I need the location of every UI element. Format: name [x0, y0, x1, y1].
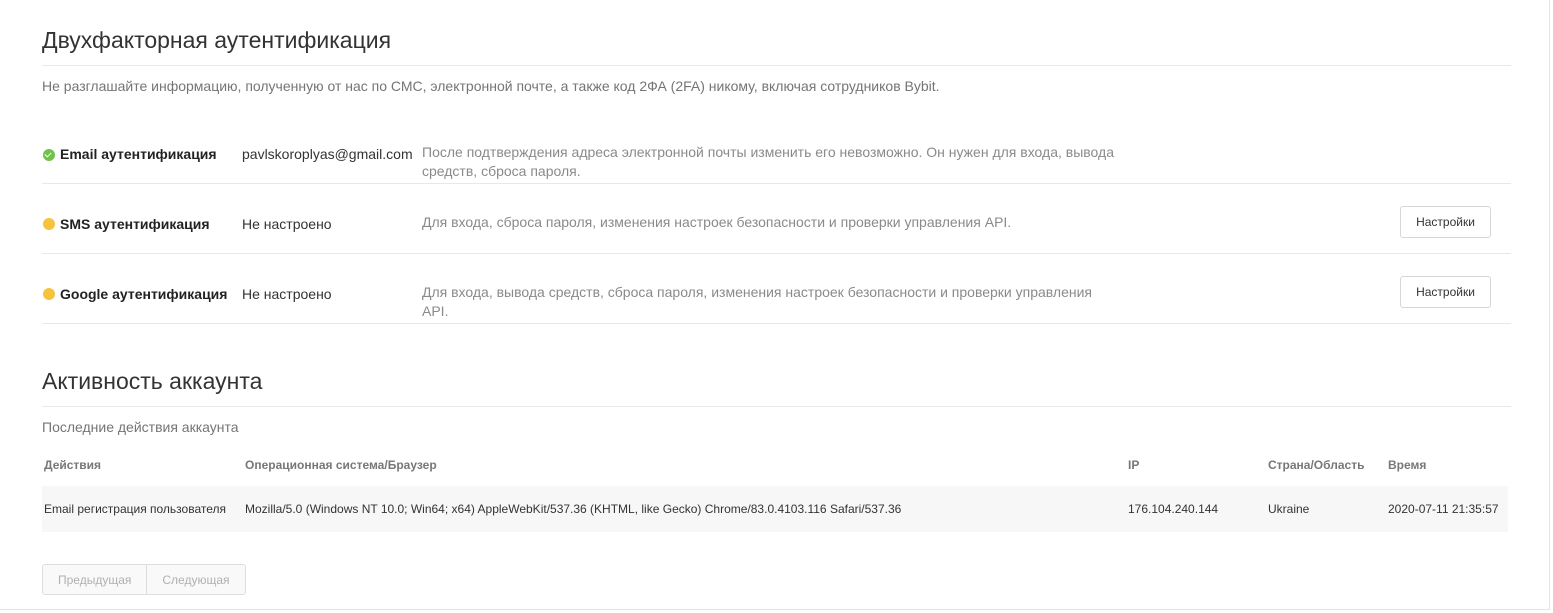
auth-name-email: Email аутентификация	[60, 146, 217, 162]
twofa-title: Двухфакторная аутентификация	[42, 27, 392, 53]
auth-value-google: Не настроено	[242, 286, 332, 302]
activity-subtitle: Последние действия аккаунта	[42, 419, 239, 435]
auth-value-sms: Не настроено	[242, 216, 332, 232]
auth-desc-sms: Для входа, сброса пароля, изменения наст…	[422, 214, 1012, 230]
sms-settings-button[interactable]: Настройки	[1400, 206, 1491, 238]
cell-browser: Mozilla/5.0 (Windows NT 10.0; Win64; x64…	[245, 502, 902, 516]
auth-value-email: pavlskoroplyas@gmail.com	[242, 146, 413, 162]
activity-divider	[42, 406, 1511, 407]
warning-dot-icon	[43, 218, 55, 230]
table-row: Email регистрация пользователя Mozilla/5…	[42, 486, 1508, 532]
column-header-ip: IP	[1128, 458, 1140, 472]
auth-row-google: Google аутентификация Не настроено Для в…	[42, 254, 1511, 324]
auth-desc-google: Для входа, вывода средств, сброса пароля…	[422, 284, 1093, 319]
column-header-time: Время	[1388, 458, 1427, 472]
column-header-action: Действия	[44, 458, 102, 472]
column-header-browser: Операционная система/Браузер	[245, 458, 437, 472]
next-page-button[interactable]: Следующая	[146, 565, 245, 594]
auth-row-sms: SMS аутентификация Не настроено Для вход…	[42, 184, 1511, 254]
cell-time: 2020-07-11 21:35:57	[1388, 502, 1499, 516]
twofa-notice: Не разглашайте информацию, полученную от…	[42, 78, 940, 94]
column-header-country: Страна/Область	[1268, 458, 1365, 472]
cell-ip: 176.104.240.144	[1128, 502, 1219, 516]
previous-page-button[interactable]: Предыдущая	[43, 565, 147, 594]
auth-name-google: Google аутентификация	[60, 286, 228, 302]
auth-row-email: Email аутентификация pavlskoroplyas@gmai…	[42, 114, 1511, 184]
activity-title: Активность аккаунта	[42, 368, 263, 394]
twofa-divider	[42, 65, 1511, 66]
auth-desc-email: После подтверждения адреса электронной п…	[422, 144, 1114, 179]
pagination: Предыдущая Следующая	[42, 564, 246, 595]
cell-country: Ukraine	[1268, 502, 1310, 516]
auth-name-sms: SMS аутентификация	[60, 216, 210, 232]
warning-dot-icon	[43, 288, 55, 300]
google-settings-button[interactable]: Настройки	[1400, 276, 1491, 308]
cell-action: Email регистрация пользователя	[44, 502, 227, 516]
check-circle-icon	[43, 149, 55, 161]
